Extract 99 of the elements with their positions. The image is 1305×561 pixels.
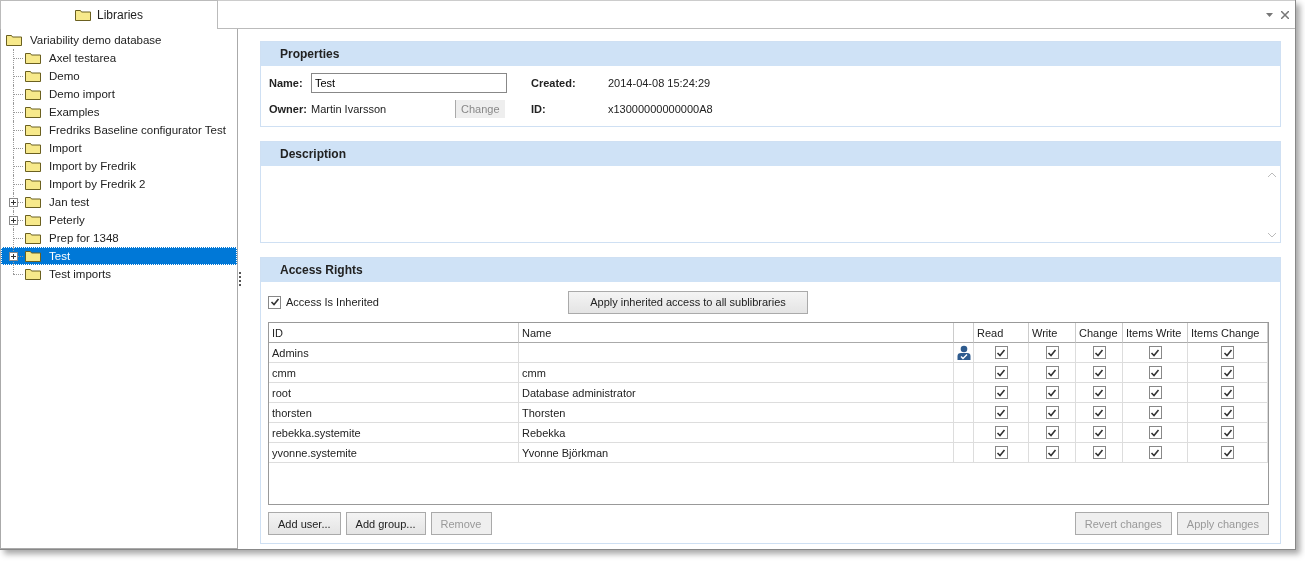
checkbox[interactable] bbox=[1092, 366, 1106, 379]
checkbox[interactable] bbox=[1045, 426, 1059, 439]
checkbox[interactable] bbox=[1045, 446, 1059, 459]
column-header[interactable]: Items Write bbox=[1123, 323, 1188, 343]
table-cell: Admins bbox=[269, 343, 519, 363]
tree-item[interactable]: Import by Fredrik bbox=[49, 160, 136, 172]
checkbox[interactable] bbox=[1221, 366, 1234, 379]
checkbox[interactable] bbox=[1092, 406, 1106, 419]
tree-item[interactable]: Prep for 1348 bbox=[49, 232, 119, 244]
id-label: ID: bbox=[531, 103, 547, 115]
checkbox[interactable] bbox=[1221, 446, 1234, 459]
column-header[interactable]: Name bbox=[519, 323, 954, 343]
tree-item[interactable]: Demo import bbox=[49, 88, 115, 100]
tree-item[interactable]: Peterly bbox=[49, 214, 85, 226]
table-cell: Thorsten bbox=[519, 403, 954, 423]
column-header[interactable]: Read bbox=[974, 323, 1029, 343]
folder-icon bbox=[25, 160, 41, 172]
expand-icon[interactable] bbox=[9, 252, 18, 261]
expand-icon[interactable] bbox=[9, 198, 18, 207]
section-header: Properties bbox=[261, 42, 1280, 66]
tree-item[interactable]: Test imports bbox=[49, 268, 111, 280]
folder-icon bbox=[25, 250, 41, 262]
checkbox[interactable] bbox=[994, 406, 1008, 419]
action-button[interactable]: Add group... bbox=[345, 512, 426, 535]
table-cell: root bbox=[269, 383, 519, 403]
checkbox[interactable] bbox=[1092, 346, 1106, 359]
table-cell: Rebekka bbox=[519, 423, 954, 443]
table-cell: rebekka.systemite bbox=[269, 423, 519, 443]
tree-item[interactable]: Import by Fredrik 2 bbox=[49, 178, 146, 190]
folder-icon bbox=[25, 268, 41, 280]
folder-icon bbox=[25, 124, 41, 136]
tree-item[interactable]: Demo bbox=[49, 70, 80, 82]
checkbox[interactable] bbox=[1148, 446, 1162, 459]
folder-icon bbox=[25, 196, 41, 208]
tree-item[interactable]: Axel testarea bbox=[49, 52, 117, 64]
folder-icon bbox=[25, 232, 41, 244]
column-header[interactable]: Change bbox=[1076, 323, 1123, 343]
close-icon[interactable] bbox=[1281, 10, 1289, 19]
folder-icon bbox=[25, 178, 41, 190]
checkbox[interactable] bbox=[1221, 406, 1234, 419]
column-header[interactable]: Items Change bbox=[1188, 323, 1268, 343]
folder-icon bbox=[25, 52, 41, 64]
checkbox[interactable] bbox=[1221, 386, 1234, 399]
table-cell: yvonne.systemite bbox=[269, 443, 519, 463]
folder-icon bbox=[25, 142, 41, 154]
checkbox[interactable] bbox=[1092, 386, 1106, 399]
checkbox[interactable] bbox=[994, 386, 1008, 399]
checkbox[interactable] bbox=[994, 446, 1008, 459]
checkbox[interactable] bbox=[1148, 406, 1162, 419]
tree-item[interactable]: Jan test bbox=[49, 196, 90, 208]
checkbox[interactable] bbox=[1045, 406, 1059, 419]
checkbox[interactable] bbox=[1092, 446, 1106, 459]
action-button[interactable]: Add user... bbox=[268, 512, 341, 535]
libraries-tab[interactable]: Libraries bbox=[0, 0, 218, 29]
owner-value: Martin Ivarsson bbox=[311, 103, 388, 115]
folder-icon bbox=[25, 88, 41, 100]
checkbox-label: Access Is Inherited bbox=[286, 296, 379, 308]
tree-item[interactable]: Fredriks Baseline configurator Test bbox=[49, 124, 226, 136]
table-cell: cmm bbox=[519, 363, 954, 383]
checkbox[interactable] bbox=[1148, 426, 1162, 439]
name-field[interactable]: Test bbox=[311, 73, 507, 93]
dropdown-icon[interactable] bbox=[1266, 12, 1273, 17]
checkbox[interactable] bbox=[1148, 386, 1162, 399]
table-cell: Yvonne Björkman bbox=[519, 443, 954, 463]
section-header: Access Rights bbox=[261, 258, 1280, 282]
checkbox[interactable] bbox=[1148, 366, 1162, 379]
created-value: 2014-04-08 15:24:29 bbox=[608, 77, 711, 89]
table-cell: thorsten bbox=[269, 403, 519, 423]
owner-label: Owner: bbox=[269, 103, 308, 115]
tree-item[interactable]: Examples bbox=[49, 106, 100, 118]
section-header: Description bbox=[261, 142, 1280, 166]
folder-icon bbox=[25, 214, 41, 226]
apply-inherited-button[interactable]: Apply inherited access to all sublibraries bbox=[568, 290, 808, 314]
checkbox[interactable] bbox=[1148, 346, 1162, 359]
checkbox[interactable] bbox=[1221, 346, 1234, 359]
tree-item[interactable]: Test bbox=[49, 250, 71, 262]
column-header[interactable]: ID bbox=[269, 323, 519, 343]
tree-item[interactable]: Import bbox=[49, 142, 82, 154]
name-label: Name: bbox=[269, 77, 304, 89]
checkbox[interactable] bbox=[1045, 366, 1059, 379]
created-label: Created: bbox=[531, 77, 577, 89]
checkbox[interactable] bbox=[268, 295, 281, 309]
checkbox[interactable] bbox=[1045, 386, 1059, 399]
folder-icon bbox=[75, 9, 91, 21]
table-cell: Database administrator bbox=[519, 383, 954, 403]
id-value: x13000000000000A8 bbox=[608, 103, 713, 115]
tree-item[interactable]: Variability demo database bbox=[30, 34, 162, 46]
checkbox[interactable] bbox=[994, 346, 1008, 359]
checkbox[interactable] bbox=[1045, 346, 1059, 359]
checkbox[interactable] bbox=[994, 366, 1008, 379]
checkbox[interactable] bbox=[994, 426, 1008, 439]
folder-icon bbox=[25, 70, 41, 82]
checkbox[interactable] bbox=[1092, 426, 1106, 439]
folder-icon bbox=[6, 34, 22, 46]
expand-icon[interactable] bbox=[9, 216, 18, 225]
checkbox[interactable] bbox=[1221, 426, 1234, 439]
folder-icon bbox=[25, 106, 41, 118]
table-cell: cmm bbox=[269, 363, 519, 383]
column-header[interactable]: Write bbox=[1029, 323, 1076, 343]
